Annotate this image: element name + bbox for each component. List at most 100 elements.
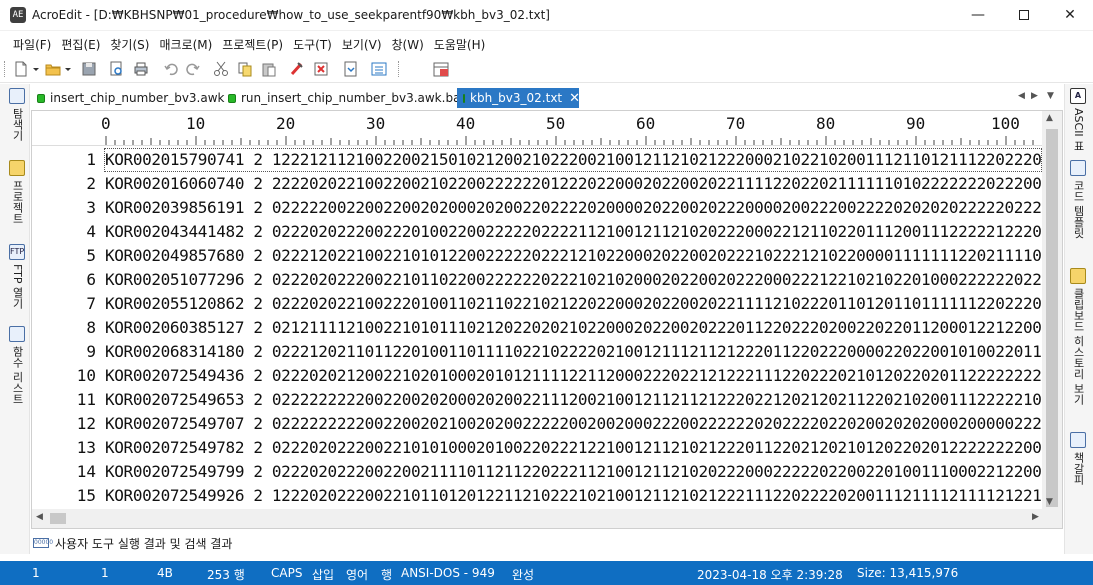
side-tab-project[interactable]: 프로젝트 xyxy=(7,160,27,224)
text-line[interactable]: 2 KOR002016060740 2 222202022100220021022… xyxy=(32,172,1042,196)
line-content[interactable]: KOR002072549707 2 0222222222002200202100… xyxy=(105,412,1042,436)
menu-macro[interactable]: 매크로(M) xyxy=(154,33,217,55)
status-column: 1 xyxy=(101,566,109,580)
line-content[interactable]: KOR002039856191 2 0222220022002200202000… xyxy=(105,196,1042,220)
tab-kbh-bv3-02-txt[interactable]: kbh_bv3_02.txt ✕ xyxy=(457,88,580,108)
horizontal-scrollbar[interactable]: ◀ ▶ xyxy=(32,509,1062,528)
menu-view[interactable]: 보기(V) xyxy=(337,33,387,55)
side-tab-ftp[interactable]: FTP FTP 열기 xyxy=(7,244,27,309)
line-content[interactable]: KOR002072549436 2 0222020212002210201000… xyxy=(105,364,1042,388)
line-content[interactable]: KOR002043441482 2 0222020222002220100220… xyxy=(105,220,1042,244)
status-bytes: 4B xyxy=(157,566,173,580)
line-number: 10 xyxy=(76,366,96,385)
menu-project[interactable]: 프로젝트(P) xyxy=(217,33,288,55)
line-content[interactable]: KOR002072549653 2 0222222222002200202000… xyxy=(105,388,1042,412)
text-line[interactable]: 8 KOR002060385127 2 021211112100221010111… xyxy=(32,316,1042,340)
text-line[interactable]: 13 KOR002072549782 2 02220202220022101010… xyxy=(32,436,1042,460)
menu-find[interactable]: 찾기(S) xyxy=(105,33,154,55)
text-line[interactable]: 12 KOR002072549707 2 02222222220022002021… xyxy=(32,412,1042,436)
status-insert-mode[interactable]: 삽입 xyxy=(312,566,334,583)
line-content[interactable]: KOR002055120862 2 0222020221002220100110… xyxy=(105,292,1042,316)
line-content[interactable]: KOR002072549926 2 1222020222002210110120… xyxy=(105,484,1042,508)
menu-help[interactable]: 도움말(H) xyxy=(429,33,491,55)
tab-next-icon[interactable]: ▶ xyxy=(1031,91,1038,101)
ruler-mark: 40 xyxy=(456,114,476,133)
text-line[interactable]: 4 KOR002043441482 2 022202022200222010022… xyxy=(32,220,1042,244)
horizontal-scroll-thumb[interactable] xyxy=(50,513,66,524)
redo-icon[interactable] xyxy=(184,60,202,78)
new-file-dropdown-icon[interactable] xyxy=(32,60,40,78)
output-panel-tab[interactable]: 00000 사용자 도구 실행 결과 및 검색 결과 xyxy=(33,534,232,552)
paste-icon[interactable] xyxy=(260,60,278,78)
tab-insert-chip-number-awk[interactable]: insert_chip_number_bv3.awk xyxy=(31,88,225,108)
vertical-scroll-thumb[interactable] xyxy=(1046,129,1058,507)
side-tab-function-list[interactable]: 함수 리스트 xyxy=(7,326,27,405)
scroll-right-icon[interactable]: ▶ xyxy=(1032,512,1039,522)
text-line[interactable]: 7 KOR002055120862 2 022202022100222010011… xyxy=(32,292,1042,316)
macro-icon[interactable] xyxy=(342,60,360,78)
tab-close-icon[interactable]: ✕ xyxy=(569,91,580,106)
line-content[interactable]: KOR002072549799 2 0222020222002200211110… xyxy=(105,460,1042,484)
text-line[interactable]: 15 KOR002072549926 2 12220202220022101101… xyxy=(32,484,1042,508)
calendar-icon[interactable] xyxy=(432,60,450,78)
scroll-down-icon[interactable]: ▼ xyxy=(1046,497,1053,507)
save-icon[interactable] xyxy=(80,60,98,78)
line-number: 5 xyxy=(86,246,96,265)
menu-file[interactable]: 파일(F) xyxy=(8,33,56,55)
open-dropdown-icon[interactable] xyxy=(64,60,72,78)
print-preview-icon[interactable] xyxy=(108,60,126,78)
side-tab-explorer[interactable]: 탐색기 xyxy=(7,88,27,141)
line-content[interactable]: KOR002016060740 2 2222020221002200210220… xyxy=(105,172,1042,196)
ruler-mark: 20 xyxy=(276,114,296,133)
status-language[interactable]: 영어 xyxy=(346,566,368,583)
ruler-mark: 10 xyxy=(186,114,206,133)
status-encoding[interactable]: ANSI-DOS - 949 xyxy=(401,566,495,580)
maximize-button[interactable] xyxy=(1001,0,1047,31)
text-line[interactable]: 11 KOR002072549653 2 02222222220022002020… xyxy=(32,388,1042,412)
line-content[interactable]: KOR002049857680 2 0222120221002210101220… xyxy=(105,244,1042,268)
side-tab-code-template[interactable]: 코드 템플릿 xyxy=(1068,160,1088,239)
line-content[interactable]: KOR002068314180 2 0222120211011220100110… xyxy=(105,340,1042,364)
line-content[interactable]: KOR002072549782 2 0222020222002210101000… xyxy=(105,436,1042,460)
new-file-icon[interactable] xyxy=(12,60,30,78)
editor-area[interactable]: 0 10 20 30 40 50 60 70 80 90 100 1 KOR002… xyxy=(31,110,1063,529)
text-line[interactable]: 3 KOR002039856191 2 022222002200220020200… xyxy=(32,196,1042,220)
tab-list-icon[interactable]: ▼ xyxy=(1047,91,1054,101)
text-line[interactable]: 6 KOR002051077296 2 022202022200221011022… xyxy=(32,268,1042,292)
cut-icon[interactable] xyxy=(212,60,230,78)
toolbar-grip-2[interactable] xyxy=(398,61,401,77)
text-lines[interactable]: 1 KOR002015790741 2 122212112100220021501… xyxy=(32,148,1042,508)
close-button[interactable]: ✕ xyxy=(1047,0,1093,31)
line-content[interactable]: KOR002051077296 2 0222020222002210110220… xyxy=(105,268,1042,292)
tab-label: kbh_bv3_02.txt xyxy=(470,91,563,105)
bookmark-icon[interactable] xyxy=(312,60,330,78)
undo-icon[interactable] xyxy=(162,60,180,78)
line-number: 8 xyxy=(86,318,96,337)
text-line[interactable]: 14 KOR002072549799 2 02220202220022002111… xyxy=(32,460,1042,484)
line-number: 15 xyxy=(76,486,96,505)
side-tab-clipboard[interactable]: 클립보드 히스토리 보기 xyxy=(1068,268,1088,405)
status-mode[interactable]: 행 xyxy=(381,566,392,583)
tab-prev-icon[interactable]: ◀ xyxy=(1018,91,1025,101)
open-folder-icon[interactable] xyxy=(44,60,62,78)
copy-icon[interactable] xyxy=(236,60,254,78)
vertical-scrollbar[interactable]: ▲ ▼ xyxy=(1042,111,1062,509)
minimize-button[interactable]: — xyxy=(955,0,1001,31)
print-icon[interactable] xyxy=(132,60,150,78)
scroll-left-icon[interactable]: ◀ xyxy=(36,512,43,522)
menu-window[interactable]: 창(W) xyxy=(387,33,429,55)
text-line[interactable]: 10 KOR002072549436 2 02220202120022102010… xyxy=(32,364,1042,388)
clear-icon[interactable] xyxy=(288,60,306,78)
options-icon[interactable] xyxy=(370,60,388,78)
toolbar-grip[interactable] xyxy=(4,61,7,77)
status-datetime: 2023-04-18 오후 2:39:28 xyxy=(697,568,843,582)
scroll-up-icon[interactable]: ▲ xyxy=(1046,113,1053,123)
menu-edit[interactable]: 편집(E) xyxy=(56,33,105,55)
text-line[interactable]: 5 KOR002049857680 2 022212022100221010122… xyxy=(32,244,1042,268)
menu-tools[interactable]: 도구(T) xyxy=(288,33,337,55)
side-tab-ascii[interactable]: A ASCII 표 xyxy=(1068,88,1088,151)
tab-run-insert-chip-number-bat[interactable]: run_insert_chip_number_bv3.awk.bat xyxy=(222,88,465,108)
text-line[interactable]: 9 KOR002068314180 2 022212021101122010011… xyxy=(32,340,1042,364)
line-content[interactable]: KOR002060385127 2 0212111121002210101110… xyxy=(105,316,1042,340)
side-tab-bookmarks[interactable]: 책갈피 xyxy=(1068,432,1088,485)
